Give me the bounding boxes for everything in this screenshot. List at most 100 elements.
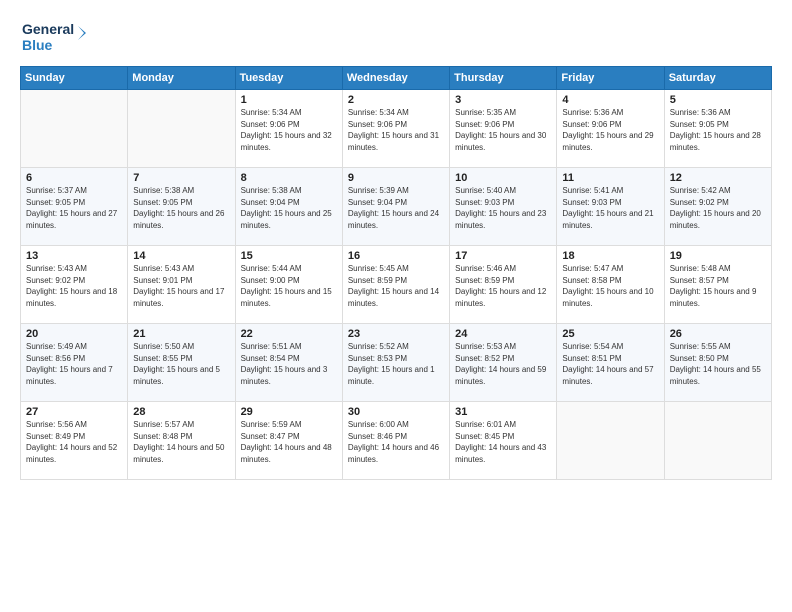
logo: General Blue [20,16,90,56]
logo-svg: General Blue [20,16,90,56]
day-info: Sunrise: 5:48 AM Sunset: 8:57 PM Dayligh… [670,263,766,309]
day-number: 24 [455,328,551,340]
day-info: Sunrise: 5:57 AM Sunset: 8:48 PM Dayligh… [133,419,229,465]
day-info: Sunrise: 5:45 AM Sunset: 8:59 PM Dayligh… [348,263,444,309]
day-info: Sunrise: 5:43 AM Sunset: 9:02 PM Dayligh… [26,263,122,309]
day-info: Sunrise: 5:53 AM Sunset: 8:52 PM Dayligh… [455,341,551,387]
day-number: 29 [241,406,337,418]
calendar-cell: 22Sunrise: 5:51 AM Sunset: 8:54 PM Dayli… [235,324,342,402]
weekday-header: Thursday [450,67,557,90]
calendar-cell: 31Sunrise: 6:01 AM Sunset: 8:45 PM Dayli… [450,402,557,480]
day-info: Sunrise: 5:39 AM Sunset: 9:04 PM Dayligh… [348,185,444,231]
day-number: 20 [26,328,122,340]
calendar-week-row: 13Sunrise: 5:43 AM Sunset: 9:02 PM Dayli… [21,246,772,324]
day-info: Sunrise: 5:49 AM Sunset: 8:56 PM Dayligh… [26,341,122,387]
day-number: 25 [562,328,658,340]
calendar-cell: 16Sunrise: 5:45 AM Sunset: 8:59 PM Dayli… [342,246,449,324]
calendar-cell: 29Sunrise: 5:59 AM Sunset: 8:47 PM Dayli… [235,402,342,480]
calendar-cell: 20Sunrise: 5:49 AM Sunset: 8:56 PM Dayli… [21,324,128,402]
day-info: Sunrise: 5:59 AM Sunset: 8:47 PM Dayligh… [241,419,337,465]
weekday-header: Tuesday [235,67,342,90]
day-number: 13 [26,250,122,262]
day-info: Sunrise: 5:43 AM Sunset: 9:01 PM Dayligh… [133,263,229,309]
day-info: Sunrise: 5:34 AM Sunset: 9:06 PM Dayligh… [241,107,337,153]
day-info: Sunrise: 5:40 AM Sunset: 9:03 PM Dayligh… [455,185,551,231]
calendar-week-row: 20Sunrise: 5:49 AM Sunset: 8:56 PM Dayli… [21,324,772,402]
calendar-header-row: SundayMondayTuesdayWednesdayThursdayFrid… [21,67,772,90]
weekday-header: Saturday [664,67,771,90]
day-number: 28 [133,406,229,418]
day-number: 4 [562,94,658,106]
calendar-cell: 15Sunrise: 5:44 AM Sunset: 9:00 PM Dayli… [235,246,342,324]
calendar-cell: 1Sunrise: 5:34 AM Sunset: 9:06 PM Daylig… [235,90,342,168]
day-info: Sunrise: 5:50 AM Sunset: 8:55 PM Dayligh… [133,341,229,387]
calendar-cell [664,402,771,480]
calendar-cell: 23Sunrise: 5:52 AM Sunset: 8:53 PM Dayli… [342,324,449,402]
calendar-cell: 30Sunrise: 6:00 AM Sunset: 8:46 PM Dayli… [342,402,449,480]
day-number: 6 [26,172,122,184]
day-number: 31 [455,406,551,418]
day-info: Sunrise: 5:38 AM Sunset: 9:04 PM Dayligh… [241,185,337,231]
calendar-cell: 9Sunrise: 5:39 AM Sunset: 9:04 PM Daylig… [342,168,449,246]
day-number: 8 [241,172,337,184]
weekday-header: Friday [557,67,664,90]
svg-text:General: General [22,21,74,37]
calendar-cell: 12Sunrise: 5:42 AM Sunset: 9:02 PM Dayli… [664,168,771,246]
calendar-cell: 10Sunrise: 5:40 AM Sunset: 9:03 PM Dayli… [450,168,557,246]
day-number: 15 [241,250,337,262]
day-number: 2 [348,94,444,106]
calendar-cell: 2Sunrise: 5:34 AM Sunset: 9:06 PM Daylig… [342,90,449,168]
day-info: Sunrise: 5:37 AM Sunset: 9:05 PM Dayligh… [26,185,122,231]
day-info: Sunrise: 5:55 AM Sunset: 8:50 PM Dayligh… [670,341,766,387]
day-info: Sunrise: 6:01 AM Sunset: 8:45 PM Dayligh… [455,419,551,465]
day-number: 10 [455,172,551,184]
day-number: 5 [670,94,766,106]
day-number: 21 [133,328,229,340]
day-info: Sunrise: 5:41 AM Sunset: 9:03 PM Dayligh… [562,185,658,231]
day-number: 9 [348,172,444,184]
day-number: 26 [670,328,766,340]
day-info: Sunrise: 5:54 AM Sunset: 8:51 PM Dayligh… [562,341,658,387]
day-number: 22 [241,328,337,340]
svg-text:Blue: Blue [22,37,53,53]
day-info: Sunrise: 5:36 AM Sunset: 9:05 PM Dayligh… [670,107,766,153]
day-number: 27 [26,406,122,418]
calendar-cell: 7Sunrise: 5:38 AM Sunset: 9:05 PM Daylig… [128,168,235,246]
calendar-cell: 18Sunrise: 5:47 AM Sunset: 8:58 PM Dayli… [557,246,664,324]
weekday-header: Wednesday [342,67,449,90]
calendar-cell: 4Sunrise: 5:36 AM Sunset: 9:06 PM Daylig… [557,90,664,168]
day-number: 7 [133,172,229,184]
day-info: Sunrise: 6:00 AM Sunset: 8:46 PM Dayligh… [348,419,444,465]
calendar-cell: 21Sunrise: 5:50 AM Sunset: 8:55 PM Dayli… [128,324,235,402]
calendar-cell: 17Sunrise: 5:46 AM Sunset: 8:59 PM Dayli… [450,246,557,324]
day-info: Sunrise: 5:51 AM Sunset: 8:54 PM Dayligh… [241,341,337,387]
day-number: 30 [348,406,444,418]
calendar-cell: 24Sunrise: 5:53 AM Sunset: 8:52 PM Dayli… [450,324,557,402]
day-info: Sunrise: 5:38 AM Sunset: 9:05 PM Dayligh… [133,185,229,231]
day-number: 3 [455,94,551,106]
calendar-cell: 11Sunrise: 5:41 AM Sunset: 9:03 PM Dayli… [557,168,664,246]
calendar-cell: 8Sunrise: 5:38 AM Sunset: 9:04 PM Daylig… [235,168,342,246]
calendar-cell: 27Sunrise: 5:56 AM Sunset: 8:49 PM Dayli… [21,402,128,480]
day-info: Sunrise: 5:34 AM Sunset: 9:06 PM Dayligh… [348,107,444,153]
calendar-cell: 14Sunrise: 5:43 AM Sunset: 9:01 PM Dayli… [128,246,235,324]
calendar-week-row: 27Sunrise: 5:56 AM Sunset: 8:49 PM Dayli… [21,402,772,480]
day-info: Sunrise: 5:35 AM Sunset: 9:06 PM Dayligh… [455,107,551,153]
day-info: Sunrise: 5:44 AM Sunset: 9:00 PM Dayligh… [241,263,337,309]
calendar-cell [21,90,128,168]
page-header: General Blue [20,16,772,56]
day-number: 1 [241,94,337,106]
day-info: Sunrise: 5:52 AM Sunset: 8:53 PM Dayligh… [348,341,444,387]
day-number: 16 [348,250,444,262]
calendar: SundayMondayTuesdayWednesdayThursdayFrid… [20,66,772,480]
day-info: Sunrise: 5:42 AM Sunset: 9:02 PM Dayligh… [670,185,766,231]
calendar-week-row: 6Sunrise: 5:37 AM Sunset: 9:05 PM Daylig… [21,168,772,246]
calendar-week-row: 1Sunrise: 5:34 AM Sunset: 9:06 PM Daylig… [21,90,772,168]
calendar-cell: 26Sunrise: 5:55 AM Sunset: 8:50 PM Dayli… [664,324,771,402]
calendar-cell: 28Sunrise: 5:57 AM Sunset: 8:48 PM Dayli… [128,402,235,480]
day-number: 18 [562,250,658,262]
calendar-cell: 6Sunrise: 5:37 AM Sunset: 9:05 PM Daylig… [21,168,128,246]
day-number: 17 [455,250,551,262]
calendar-cell: 25Sunrise: 5:54 AM Sunset: 8:51 PM Dayli… [557,324,664,402]
day-number: 19 [670,250,766,262]
